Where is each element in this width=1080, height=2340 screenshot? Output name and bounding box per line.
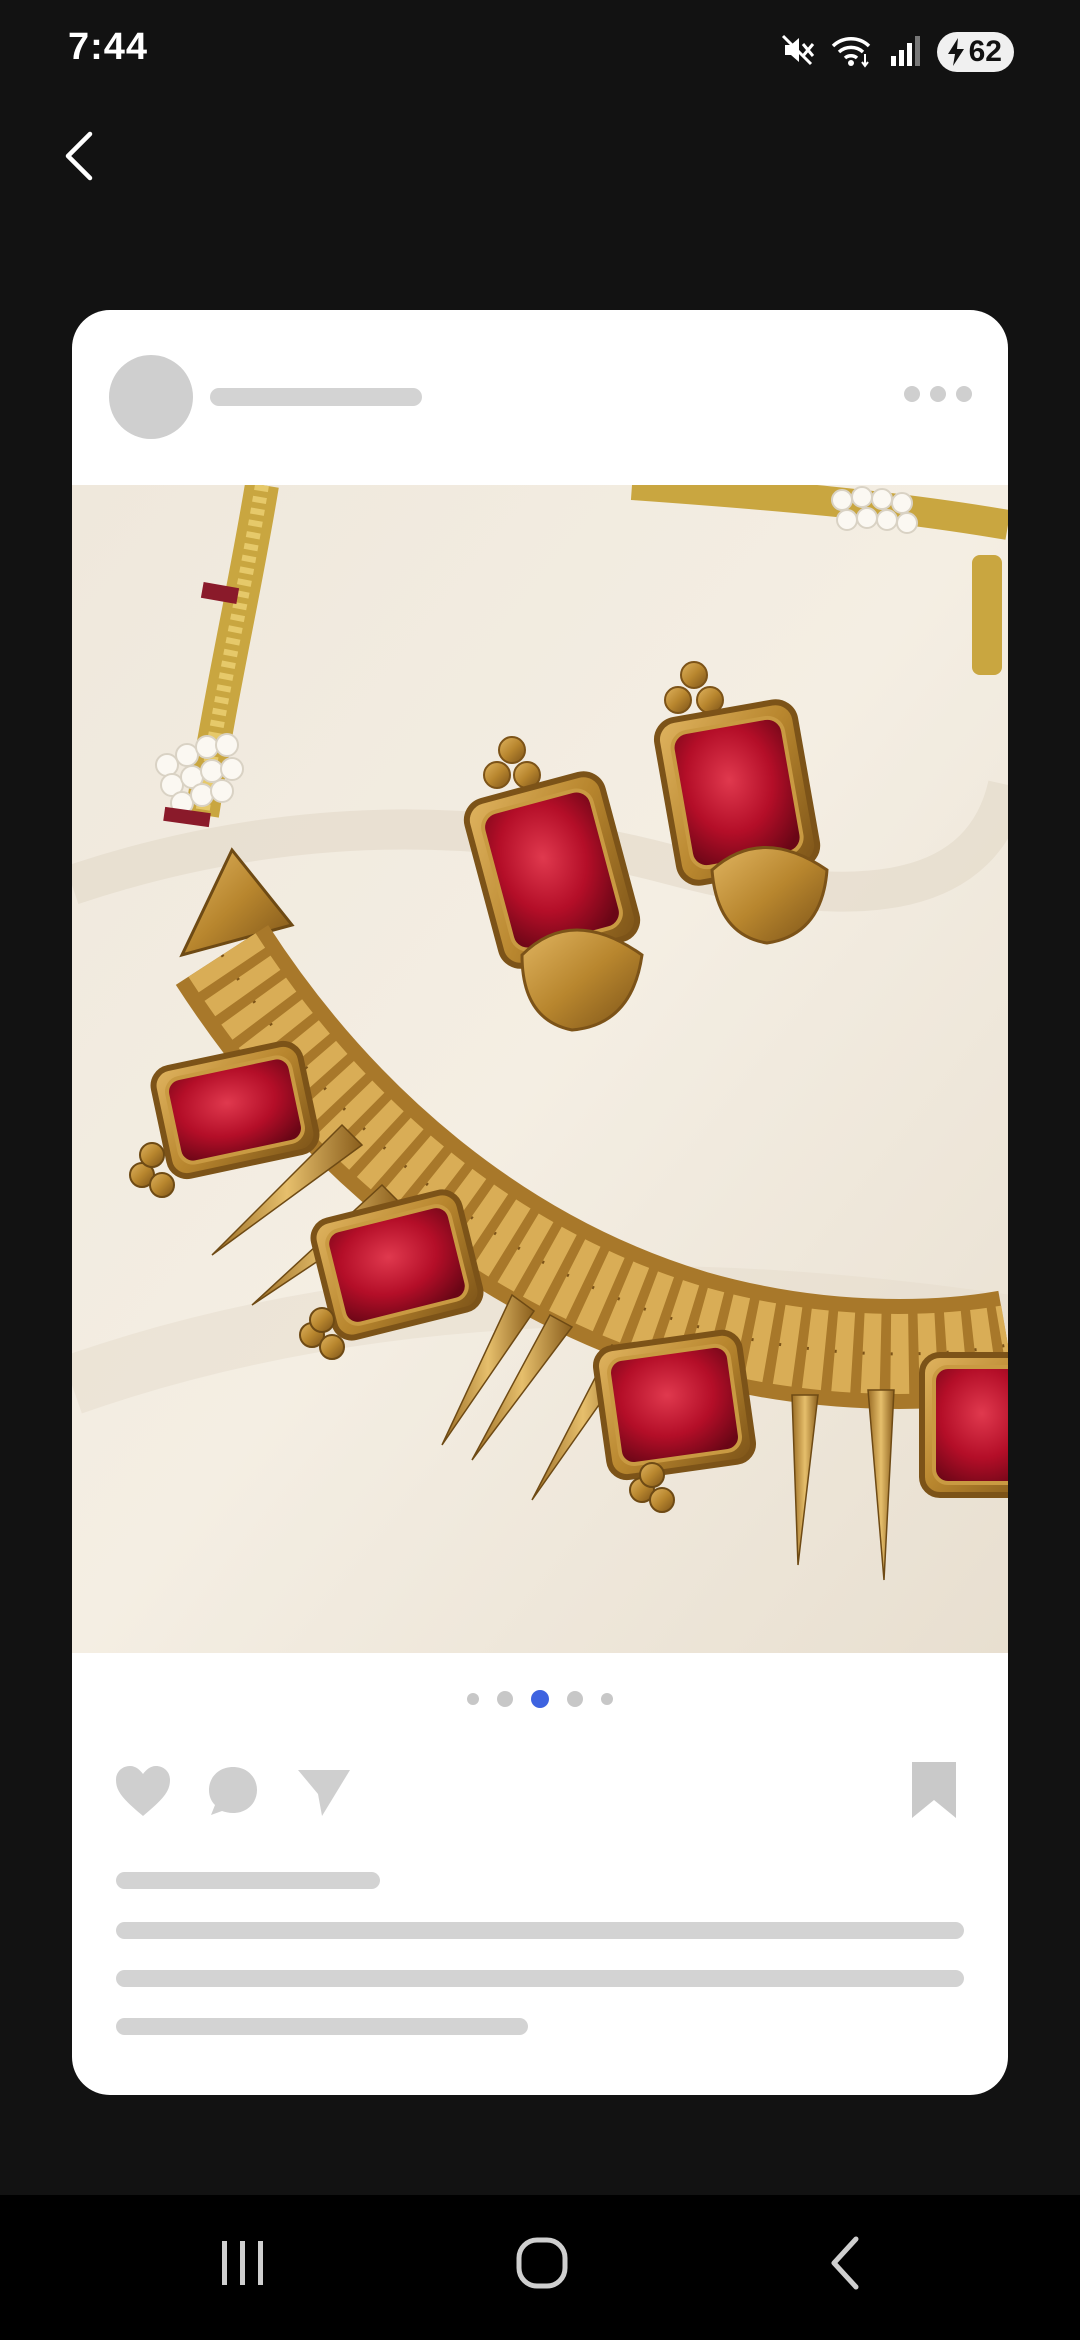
system-back-button[interactable] xyxy=(822,2235,870,2296)
carousel-indicator xyxy=(72,1690,1008,1708)
bookmark-icon xyxy=(912,1762,956,1818)
recent-apps-button[interactable] xyxy=(210,2235,274,2296)
caption-placeholder-line xyxy=(116,1970,964,1987)
carousel-dot[interactable] xyxy=(567,1691,583,1707)
back-button[interactable] xyxy=(56,126,104,186)
signal-icon xyxy=(887,32,923,73)
post-image[interactable] xyxy=(72,485,1008,1653)
caption-placeholder-line xyxy=(116,2018,528,2035)
heart-icon xyxy=(116,1766,170,1816)
username-placeholder[interactable] xyxy=(210,388,422,406)
carousel-dot[interactable] xyxy=(497,1691,513,1707)
more-dot xyxy=(930,386,946,402)
share-icon xyxy=(298,1770,350,1816)
avatar[interactable] xyxy=(109,355,193,439)
more-options-button[interactable] xyxy=(904,386,972,402)
chevron-left-icon xyxy=(65,131,93,181)
battery-charging-icon xyxy=(947,38,964,66)
home-button[interactable] xyxy=(514,2235,570,2296)
carousel-dot[interactable] xyxy=(601,1693,613,1705)
recent-apps-icon xyxy=(222,2241,263,2285)
likes-placeholder xyxy=(116,1872,380,1889)
mute-icon xyxy=(779,32,815,73)
post-card xyxy=(72,310,1008,2095)
battery-indicator: 62 xyxy=(936,32,1014,72)
battery-level: 62 xyxy=(968,35,1002,68)
status-icons: 62 xyxy=(779,30,1014,74)
home-icon xyxy=(516,2237,568,2289)
post-actions xyxy=(72,1760,1008,1830)
comment-icon xyxy=(209,1767,257,1815)
bookmark-button[interactable] xyxy=(910,1760,958,1825)
system-navigation-bar xyxy=(0,2195,1080,2340)
carousel-dot[interactable] xyxy=(467,1693,479,1705)
share-button[interactable] xyxy=(296,1766,352,1823)
wifi-icon xyxy=(829,32,873,73)
post-header xyxy=(72,310,1008,485)
comment-button[interactable] xyxy=(206,1764,260,1823)
status-bar: 7:44 62 xyxy=(0,0,1080,100)
more-dot xyxy=(904,386,920,402)
back-icon xyxy=(831,2236,859,2290)
status-time: 7:44 xyxy=(68,26,149,68)
more-dot xyxy=(956,386,972,402)
caption-placeholder-line xyxy=(116,1922,964,1939)
like-button[interactable] xyxy=(114,1764,172,1823)
carousel-dot-active[interactable] xyxy=(531,1690,549,1708)
